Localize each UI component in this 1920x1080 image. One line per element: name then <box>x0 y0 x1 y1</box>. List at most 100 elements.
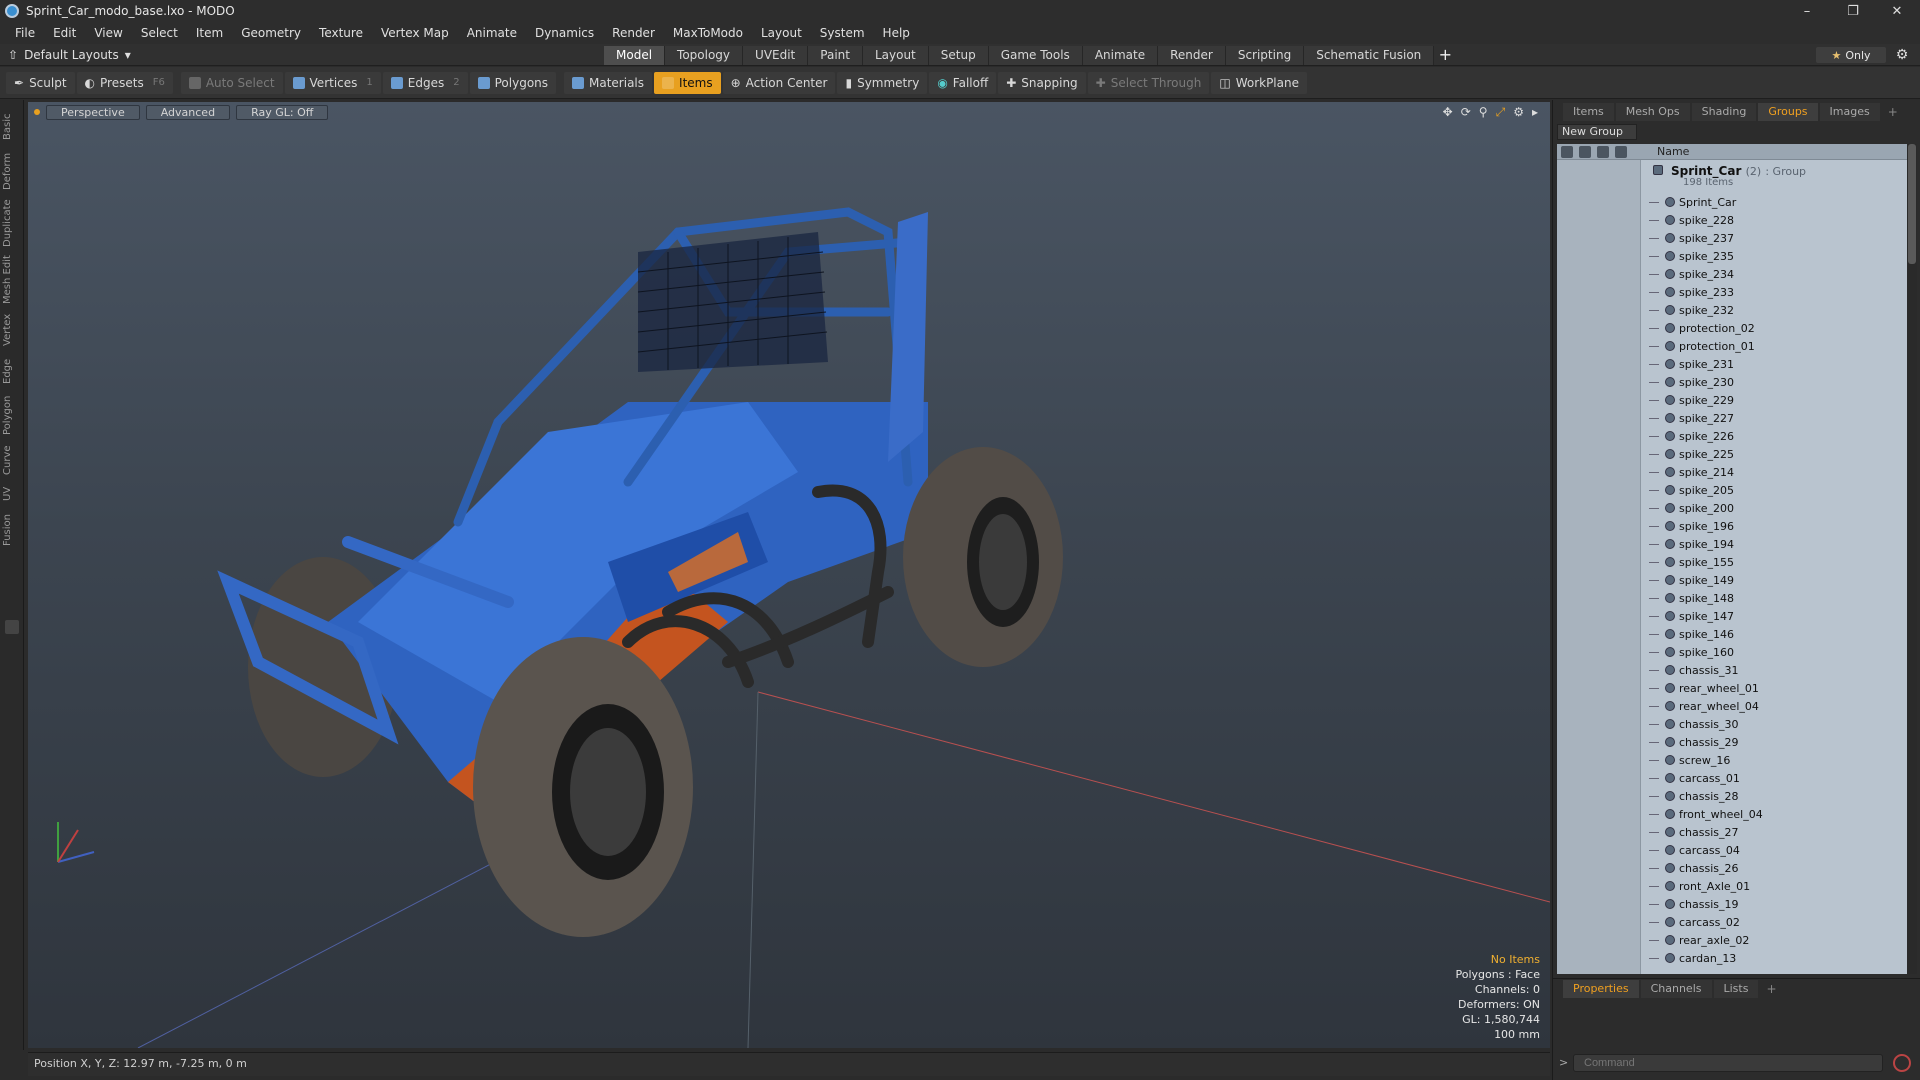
items-button[interactable]: Items <box>654 71 721 94</box>
minimize-button[interactable]: – <box>1784 0 1830 22</box>
name-column-header[interactable]: Name <box>1657 145 1689 158</box>
menu-texture[interactable]: Texture <box>310 22 372 44</box>
gear-icon[interactable]: ⚙ <box>1894 47 1910 63</box>
tab-lists[interactable]: Lists <box>1713 979 1759 998</box>
list-item[interactable]: protection_02 <box>1557 320 1907 338</box>
list-item[interactable]: spike_225 <box>1557 446 1907 464</box>
list-item[interactable]: carcass_01 <box>1557 770 1907 788</box>
list-item[interactable]: carcass_04 <box>1557 842 1907 860</box>
snapping-button[interactable]: ✚ Snapping <box>998 71 1086 94</box>
menu-help[interactable]: Help <box>874 22 919 44</box>
list-item[interactable]: protection_01 <box>1557 338 1907 356</box>
list-item[interactable]: rear_wheel_04 <box>1557 698 1907 716</box>
tab-uv[interactable]: UV <box>2 482 22 506</box>
menu-layout[interactable]: Layout <box>752 22 811 44</box>
tab-items[interactable]: Items <box>1563 103 1614 121</box>
list-item[interactable]: carcass_02 <box>1557 914 1907 932</box>
tab-curve[interactable]: Curve <box>2 442 22 478</box>
list-item[interactable]: spike_214 <box>1557 464 1907 482</box>
menu-dynamics[interactable]: Dynamics <box>526 22 603 44</box>
list-item[interactable]: spike_147 <box>1557 608 1907 626</box>
tab-edge[interactable]: Edge <box>2 354 22 388</box>
list-item[interactable]: Sprint_Car <box>1557 194 1907 212</box>
menu-view[interactable]: View <box>85 22 131 44</box>
list-item[interactable]: spike_231 <box>1557 356 1907 374</box>
list-item[interactable]: spike_233 <box>1557 284 1907 302</box>
list-item[interactable]: chassis_29 <box>1557 734 1907 752</box>
view-type-button[interactable]: Perspective <box>46 104 140 120</box>
action-center-button[interactable]: ⊕ Action Center <box>722 71 836 94</box>
menu-maxtomodo[interactable]: MaxToModo <box>664 22 752 44</box>
list-item[interactable]: spike_232 <box>1557 302 1907 320</box>
materials-button[interactable]: Materials <box>564 71 653 94</box>
zoom-icon[interactable]: ⚲ <box>1479 105 1488 120</box>
scrollbar-thumb[interactable] <box>1908 144 1916 264</box>
add-tab-button[interactable]: + <box>1434 46 1456 65</box>
fit-view-icon[interactable]: ⤢ <box>1496 105 1506 120</box>
tab-basic[interactable]: Basic <box>2 108 22 146</box>
add-bottom-tab-button[interactable]: + <box>1766 982 1776 996</box>
vertices-button[interactable]: Vertices 1 <box>284 71 381 94</box>
menu-geometry[interactable]: Geometry <box>232 22 310 44</box>
tab-images[interactable]: Images <box>1819 103 1880 121</box>
tab-topology[interactable]: Topology <box>665 46 744 65</box>
command-input[interactable] <box>1573 1054 1883 1072</box>
list-item[interactable]: front_wheel_04 <box>1557 806 1907 824</box>
list-item[interactable]: chassis_30 <box>1557 716 1907 734</box>
viewport-menu-dot[interactable] <box>34 109 40 115</box>
list-item[interactable]: spike_205 <box>1557 482 1907 500</box>
tab-fusion[interactable]: Fusion <box>2 510 22 550</box>
list-item[interactable]: spike_149 <box>1557 572 1907 590</box>
group-row[interactable]: Sprint_Car (2) : Group 198 Items <box>1557 162 1907 192</box>
list-item[interactable]: chassis_19 <box>1557 896 1907 914</box>
list-item[interactable]: spike_160 <box>1557 644 1907 662</box>
panel-toggle-button[interactable] <box>5 620 19 634</box>
menu-item[interactable]: Item <box>187 22 232 44</box>
list-item[interactable]: chassis_26 <box>1557 860 1907 878</box>
only-button[interactable]: ★ Only <box>1816 47 1886 63</box>
symmetry-button[interactable]: ▮ Symmetry <box>837 71 928 94</box>
layout-dropdown[interactable]: ⇧ Default Layouts ▾ <box>8 47 131 63</box>
menu-animate[interactable]: Animate <box>458 22 526 44</box>
menu-vertex-map[interactable]: Vertex Map <box>372 22 458 44</box>
list-item[interactable]: spike_234 <box>1557 266 1907 284</box>
workplane-button[interactable]: ◫ WorkPlane <box>1211 71 1307 94</box>
move-view-icon[interactable]: ✥ <box>1443 105 1453 120</box>
menu-render[interactable]: Render <box>603 22 664 44</box>
tab-schematic-fusion[interactable]: Schematic Fusion <box>1304 46 1435 65</box>
list-item[interactable]: chassis_28 <box>1557 788 1907 806</box>
raygl-button[interactable]: Ray GL: Off <box>236 104 329 120</box>
list-item[interactable]: rear_axle_02 <box>1557 932 1907 950</box>
add-panel-tab-button[interactable]: + <box>1888 105 1898 119</box>
edges-button[interactable]: Edges 2 <box>382 71 468 94</box>
tab-duplicate[interactable]: Duplicate <box>2 196 22 250</box>
menu-system[interactable]: System <box>811 22 874 44</box>
tab-uvedit[interactable]: UVEdit <box>743 46 809 65</box>
close-button[interactable]: ✕ <box>1874 0 1920 22</box>
tab-animate[interactable]: Animate <box>1082 46 1159 65</box>
tree-scrollbar[interactable] <box>1907 144 1917 974</box>
tab-polygon[interactable]: Polygon <box>2 392 22 438</box>
tab-game-tools[interactable]: Game Tools <box>988 46 1083 65</box>
list-item[interactable]: spike_237 <box>1557 230 1907 248</box>
tab-paint[interactable]: Paint <box>808 46 863 65</box>
sculpt-button[interactable]: ✒ Sculpt <box>6 71 75 94</box>
tab-mesh-edit[interactable]: Mesh Edit <box>2 254 22 306</box>
tab-model[interactable]: Model <box>604 46 666 65</box>
polygons-button[interactable]: Polygons <box>469 71 557 94</box>
auto-select-button[interactable]: Auto Select <box>180 71 283 94</box>
tab-channels[interactable]: Channels <box>1640 979 1712 998</box>
menu-file[interactable]: File <box>6 22 44 44</box>
menu-select[interactable]: Select <box>132 22 187 44</box>
expand-arrow-icon[interactable]: ▸ <box>1532 105 1538 120</box>
list-item[interactable]: spike_230 <box>1557 374 1907 392</box>
falloff-button[interactable]: ◉ Falloff <box>929 71 997 94</box>
tab-vertex[interactable]: Vertex <box>2 310 22 350</box>
list-item[interactable]: spike_235 <box>1557 248 1907 266</box>
3d-viewport[interactable]: Perspective Advanced Ray GL: Off ✥ ⟳ ⚲ ⤢… <box>28 102 1550 1048</box>
list-item[interactable]: screw_16 <box>1557 752 1907 770</box>
list-item[interactable]: ront_Axle_01 <box>1557 878 1907 896</box>
list-item[interactable]: spike_226 <box>1557 428 1907 446</box>
tab-groups[interactable]: Groups <box>1758 103 1818 121</box>
tab-mesh-ops[interactable]: Mesh Ops <box>1615 103 1690 121</box>
